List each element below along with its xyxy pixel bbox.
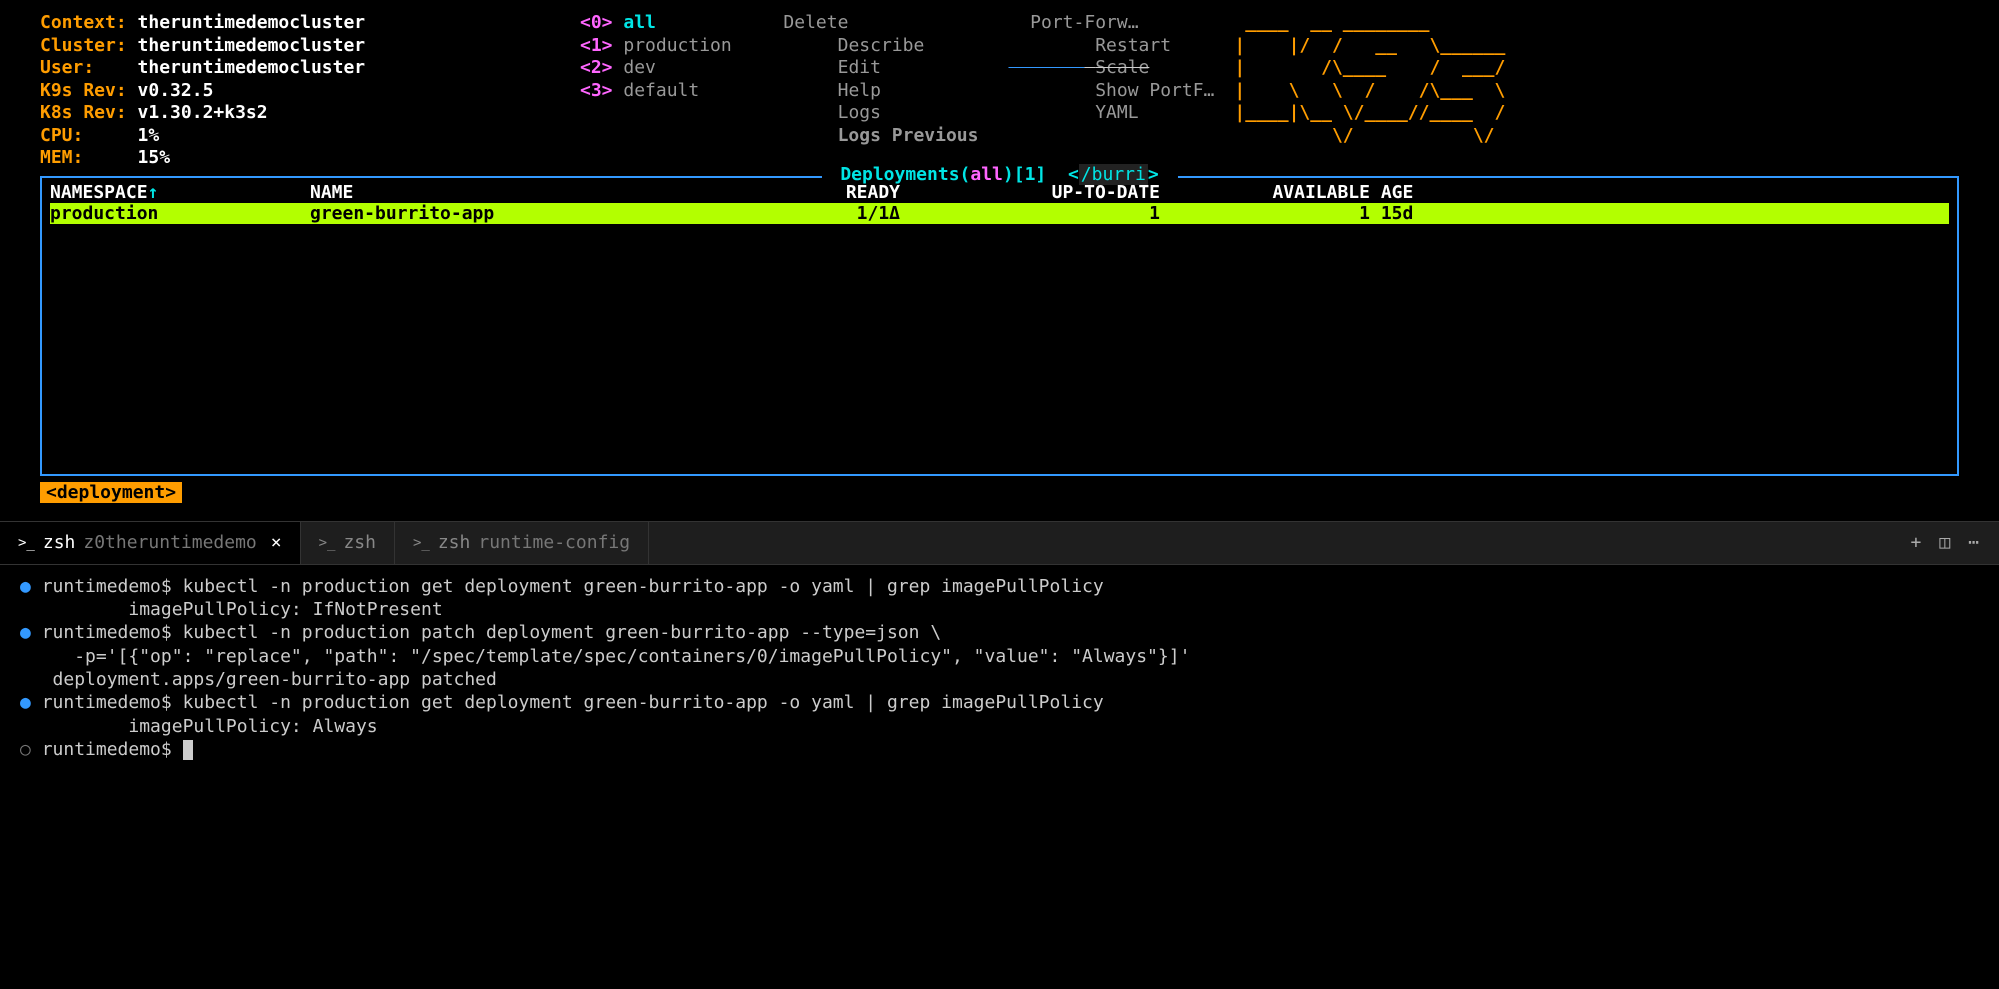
k8srev-value: v1.30.2+k3s2: [138, 102, 268, 123]
context-label: Context:: [40, 12, 127, 33]
close-icon[interactable]: ×: [271, 532, 282, 553]
terminal-icon: >_: [319, 535, 336, 551]
mem-value: 15%: [138, 147, 171, 168]
k8srev-label: K8s Rev:: [40, 102, 127, 123]
terminal-line: imagePullPolicy: IfNotPresent: [20, 598, 1979, 621]
cmd-shortcut[interactable]: Restart: [1008, 35, 1214, 58]
cluster-info: Context: theruntimedemocluster Cluster: …: [40, 12, 580, 170]
ns-shortcut[interactable]: <1> production: [580, 35, 732, 58]
prompt-indicator-icon: [20, 599, 31, 620]
header-row: Context: theruntimedemocluster Cluster: …: [40, 12, 1959, 170]
cmd-shortcut[interactable]: YAML: [1008, 102, 1214, 125]
filter-input[interactable]: /burri: [1079, 164, 1148, 185]
terminal-tab[interactable]: >_ zsh: [301, 522, 395, 564]
terminal-line: imagePullPolicy: Always: [20, 715, 1979, 738]
ns-shortcut[interactable]: <3> default: [580, 80, 732, 103]
terminal-line: ● runtimedemo$ kubectl -n production pat…: [20, 621, 1979, 644]
tab-title: zsh: [343, 532, 376, 553]
terminal-line: deployment.apps/green-burrito-app patche…: [20, 668, 1979, 691]
tab-subtitle: z0theruntimedemo: [83, 532, 256, 553]
cmd-shortcut[interactable]: Show PortF…: [1008, 80, 1214, 103]
tab-subtitle: runtime-config: [478, 532, 630, 553]
col-age[interactable]: AGE: [1370, 182, 1490, 203]
cmd-shortcut[interactable]: Help: [762, 80, 979, 103]
prompt-indicator-icon: ●: [20, 622, 31, 643]
col-uptodate[interactable]: UP-TO-DATE: [900, 182, 1160, 203]
split-pane-icon[interactable]: ◫: [1939, 532, 1950, 553]
table-row[interactable]: productiongreen-burrito-app1/1Δ11 15d: [50, 203, 1949, 224]
col-ready[interactable]: READY: [770, 182, 900, 203]
k9srev-value: v0.32.5: [138, 80, 214, 101]
terminal-tab[interactable]: >_ zsh z0theruntimedemo ×: [0, 522, 301, 564]
prompt-indicator-icon: [20, 669, 31, 690]
cpu-label: CPU:: [40, 125, 83, 146]
prompt-indicator-icon: ○: [20, 739, 31, 760]
namespace-shortcuts: <0> all<1> production<2> dev<3> default: [580, 12, 732, 147]
cmd-shortcut[interactable]: Logs: [762, 102, 979, 125]
command-shortcuts-2: Port-Forw… Restart Scale Show PortF… YAM…: [1008, 12, 1214, 147]
cluster-label: Cluster:: [40, 35, 127, 56]
more-icon[interactable]: ⋯: [1968, 532, 1979, 553]
mem-label: MEM:: [40, 147, 83, 168]
command-shortcuts-1: Delete Describe Edit Help Logs Logs Prev…: [762, 12, 979, 147]
k9srev-label: K9s Rev:: [40, 80, 127, 101]
cmd-shortcut[interactable]: Edit: [762, 57, 979, 80]
user-value: theruntimedemocluster: [138, 57, 366, 78]
prompt-indicator-icon: ●: [20, 576, 31, 597]
namespace-filter: all: [970, 164, 1003, 185]
cmd-shortcut[interactable]: Describe: [762, 35, 979, 58]
tab-title: zsh: [438, 532, 471, 553]
prompt-indicator-icon: [20, 646, 31, 667]
deployments-frame: Deployments(all)[1] </burri> NAMESPACE↑ …: [40, 176, 1959, 476]
terminal-line: ● runtimedemo$ kubectl -n production get…: [20, 575, 1979, 598]
breadcrumb: <deployment>: [40, 482, 182, 503]
cursor: [183, 740, 193, 760]
cmd-shortcut[interactable]: Delete: [762, 12, 979, 35]
prompt-indicator-icon: [20, 716, 31, 737]
col-name[interactable]: NAME: [310, 182, 770, 203]
col-available[interactable]: AVAILABLE: [1160, 182, 1370, 203]
k9s-pane: Context: theruntimedemocluster Cluster: …: [0, 0, 1999, 503]
ns-shortcut[interactable]: <2> dev: [580, 57, 732, 80]
terminal-line: ● runtimedemo$ kubectl -n production get…: [20, 691, 1979, 714]
terminal-output[interactable]: ● runtimedemo$ kubectl -n production get…: [0, 565, 1999, 772]
terminal-tabbar: >_ zsh z0theruntimedemo × >_ zsh >_ zsh runtim…: [0, 521, 1999, 565]
ns-shortcut[interactable]: <0> all: [580, 12, 732, 35]
new-tab-icon[interactable]: +: [1910, 532, 1921, 553]
frame-title: Deployments(all)[1] </burri>: [821, 164, 1177, 185]
terminal-line: -p='[{"op": "replace", "path": "/spec/te…: [20, 645, 1979, 668]
table-content: NAMESPACE↑ NAME READY UP-TO-DATE AVAILAB…: [42, 178, 1957, 228]
terminal-line: ○ runtimedemo$: [20, 738, 1979, 761]
table-header[interactable]: NAMESPACE↑ NAME READY UP-TO-DATE AVAILAB…: [50, 182, 1949, 203]
terminal-icon: >_: [413, 535, 430, 551]
col-namespace[interactable]: NAMESPACE↑: [50, 182, 310, 203]
k9s-logo: ____ __ ________ | |/ / __ \______ | /\_…: [1234, 12, 1516, 147]
cmd-shortcut[interactable]: Scale: [1008, 57, 1214, 80]
tabbar-actions: + ◫ ⋯: [1910, 532, 1999, 553]
cmd-shortcut[interactable]: Logs Previous: [762, 125, 979, 148]
cmd-shortcut[interactable]: Port-Forw…: [1008, 12, 1214, 35]
cpu-value: 1%: [138, 125, 160, 146]
resource-count: 1: [1025, 164, 1036, 185]
terminal-tab[interactable]: >_ zsh runtime-config: [395, 522, 649, 564]
shortcuts-block: <0> all<1> production<2> dev<3> default …: [580, 12, 1214, 147]
resource-type: Deployments: [840, 164, 959, 185]
tab-title: zsh: [43, 532, 76, 553]
user-label: User:: [40, 57, 94, 78]
context-value: theruntimedemocluster: [138, 12, 366, 33]
cluster-value: theruntimedemocluster: [138, 35, 366, 56]
terminal-icon: >_: [18, 535, 35, 551]
prompt-indicator-icon: ●: [20, 692, 31, 713]
